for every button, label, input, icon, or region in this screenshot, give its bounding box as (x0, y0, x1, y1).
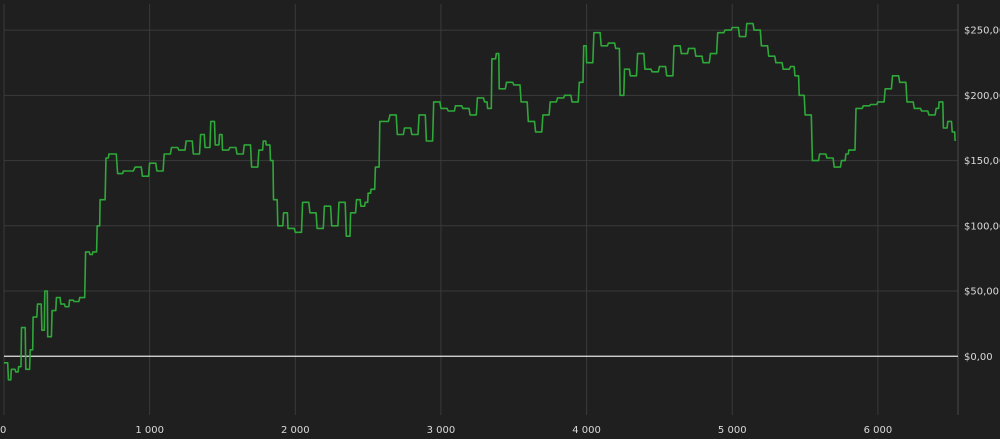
x-tick-label: 4 000 (572, 425, 601, 436)
chart-container: $0,00 $50,00 $100,00 $150,00 $200,00 $250,00 0… (0, 0, 1000, 439)
x-tick-label: 5 000 (718, 425, 747, 436)
y-tick-label: $250,00 (964, 26, 1000, 37)
y-tick-label: $200,00 (964, 91, 1000, 102)
x-tick-label: 3 000 (427, 425, 456, 436)
y-tick-label: $100,00 (964, 221, 1000, 232)
line-chart: $0,00 $50,00 $100,00 $150,00 $200,00 $250,00 0… (0, 0, 1000, 439)
y-tick-label: $150,00 (964, 156, 1000, 167)
x-tick-label: 6 000 (864, 425, 893, 436)
x-tick-label: 1 000 (135, 425, 164, 436)
y-tick-label: $0,00 (964, 352, 993, 363)
y-tick-label: $50,00 (964, 287, 999, 298)
x-tick-label: 2 000 (281, 425, 310, 436)
x-tick-label: 0 (0, 425, 6, 436)
